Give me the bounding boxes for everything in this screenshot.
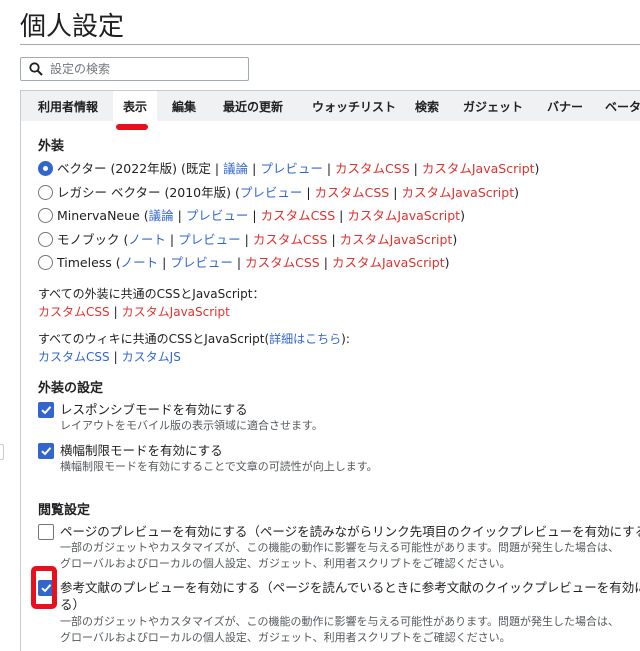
talk-link[interactable]: 議論 [223,161,248,176]
custom-css-link[interactable]: カスタムCSS [245,255,320,270]
custom-js-link[interactable]: カスタムJavaScript [422,161,535,176]
tab-editing[interactable]: 編集 [165,91,203,121]
custom-js-link[interactable]: カスタムJavaScript [340,232,453,247]
preview-link[interactable]: プレビュー [170,255,233,270]
custom-css-link[interactable]: カスタムCSS [315,185,390,200]
check-icon [41,406,52,415]
tab-user-profile[interactable]: 利用者情報 [31,91,105,121]
annotation-underline [116,124,148,130]
tab-watchlist[interactable]: ウォッチリスト [301,91,407,121]
radio-minerva[interactable] [38,208,53,223]
responsive-mode-label[interactable]: レスポンシブモードを有効にする [60,401,248,418]
reference-previews-label[interactable]: 参考文献のプレビューを有効にする（ページを読んでいるときに参考文献のクイックプレ… [60,579,640,596]
tab-gadgets[interactable]: ガジェット [457,91,529,121]
common-custom-js-link[interactable]: カスタムJavaScript [122,305,230,319]
page-previews-help-2: グローバルおよびローカルの個人設定、ガジェット、利用者スクリプトをご確認ください… [60,557,511,570]
reference-previews-help-2: グローバルおよびローカルの個人設定、ガジェット、利用者スクリプトをご確認ください… [60,631,511,644]
skin-heading: 外装 [38,139,65,154]
skin-option-vector-2022[interactable]: ベクター (2022年版) (既定 | 議論 | プレビュー | カスタムCSS | カスタ… [38,160,539,178]
skin-option-timeless[interactable]: Timeless (ノート | プレビュー | カスタムCSS | カスタムJavaScri… [38,254,450,272]
talk-link[interactable]: 議論 [149,208,174,223]
preview-link[interactable]: プレビュー [240,185,303,200]
radio-monobook[interactable] [38,232,53,247]
custom-js-link[interactable]: カスタムJavaScript [347,208,460,223]
global-css-links: カスタムCSS | カスタムJS [38,350,181,364]
annotation-box [31,566,57,609]
common-custom-css-link[interactable]: カスタムCSS [38,305,110,319]
responsive-mode-checkbox[interactable] [38,402,54,418]
page-previews-checkbox[interactable] [38,524,54,540]
reference-previews-help: 一部のガジェットやカスタマイズが、この機能の動作に影響を与える可能性があります。… [60,615,620,628]
talk-link[interactable]: ノート [121,255,159,270]
limited-width-checkbox[interactable] [38,443,54,459]
skin-prefs-heading: 外装の設定 [38,381,104,396]
tab-search[interactable]: 検索 [409,91,445,121]
page-previews-label[interactable]: ページのプレビューを有効にする（ページを読みながらリンク先項目のクイックプレビュ… [60,523,640,540]
talk-link[interactable]: ノート [128,232,166,247]
tab-banners[interactable]: バナー [539,91,591,121]
custom-js-link[interactable]: カスタムJavaScript [401,185,514,200]
global-custom-css-link[interactable]: カスタムCSS [38,350,110,364]
custom-css-link[interactable]: カスタムCSS [253,232,328,247]
limited-width-help: 横幅制限モードを有効にすることで文章の可読性が向上します。 [60,460,378,473]
search-input[interactable] [50,60,240,78]
reference-previews-label-2[interactable]: る） [60,596,85,613]
custom-css-link[interactable]: カスタムCSS [335,161,410,176]
limited-width-label[interactable]: 横幅制限モードを有効にする [60,442,223,459]
responsive-mode-help: レイアウトをモバイル版の表示領域に適合させます。 [60,419,323,432]
tab-beta[interactable]: ベータ [605,91,640,121]
global-css-label: すべてのウィキに共通のCSSとJavaScript(詳細はこちら): [38,332,350,346]
radio-timeless[interactable] [38,255,53,270]
common-css-links: カスタムCSS | カスタムJavaScript [38,305,230,319]
custom-css-link[interactable]: カスタムCSS [261,208,336,223]
check-icon [41,447,52,456]
radio-vector-2022[interactable] [38,161,53,176]
preview-link[interactable]: プレビュー [178,232,241,247]
skin-option-vector-2010[interactable]: レガシー ベクター (2010年版) (プレビュー | カスタムCSS | カスタムJa… [38,184,519,202]
settings-search[interactable] [20,57,249,81]
preview-link[interactable]: プレビュー [186,208,249,223]
page-previews-help: 一部のガジェットやカスタマイズが、この機能の動作に影響を与える可能性があります。… [60,541,620,554]
skin-option-monobook[interactable]: モノブック (ノート | プレビュー | カスタムCSS | カスタムJavaScript) [38,231,457,249]
common-css-label: すべての外装に共通のCSSとJavaScript： [38,287,265,301]
sidebar-handle[interactable] [0,444,4,460]
tab-recent-changes[interactable]: 最近の更新 [215,91,291,121]
tab-bar: 利用者情報 表示 編集 最近の更新 ウォッチリスト 検索 ガジェット バナー ベ… [21,91,640,121]
skin-option-minerva[interactable]: MinervaNeue (議論 | プレビュー | カスタムCSS | カスタムJavaSc… [38,207,465,225]
custom-js-link[interactable]: カスタムJavaScript [332,255,445,270]
tab-appearance[interactable]: 表示 [113,91,157,121]
details-link[interactable]: 詳細はこちら [269,332,341,346]
title-divider [20,44,640,45]
global-custom-js-link[interactable]: カスタムJS [122,350,181,364]
reading-heading: 閲覧設定 [38,503,91,518]
page-title: 個人設定 [20,12,125,42]
preview-link[interactable]: プレビュー [260,161,323,176]
search-icon [29,62,43,76]
radio-vector-2010[interactable] [38,185,53,200]
